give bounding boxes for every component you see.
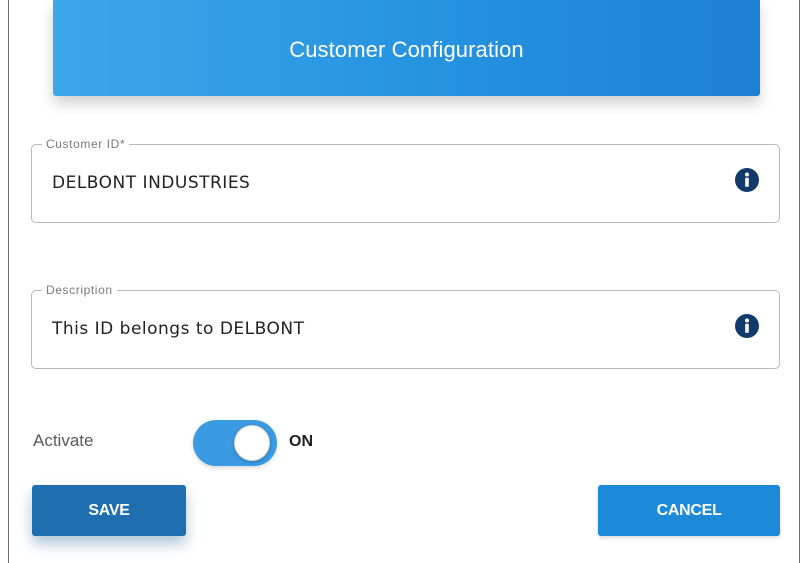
info-icon[interactable] [734,313,760,339]
dialog-header: Customer Configuration [53,0,760,96]
dialog-title: Customer Configuration [289,36,524,62]
customer-id-input[interactable] [52,173,692,193]
description-input[interactable] [52,319,692,339]
description-field[interactable]: Description [31,283,780,369]
description-label: Description [42,283,117,297]
customer-id-label: Customer ID* [42,137,130,151]
info-icon[interactable] [734,167,760,193]
customer-id-field[interactable]: Customer ID* [31,137,780,223]
activate-label: Activate [33,431,94,450]
activate-toggle[interactable] [193,420,277,466]
toggle-knob[interactable] [234,425,270,461]
toggle-state-label: ON [289,433,313,450]
cancel-button[interactable]: CANCEL [598,485,780,536]
save-button[interactable]: SAVE [32,485,186,536]
